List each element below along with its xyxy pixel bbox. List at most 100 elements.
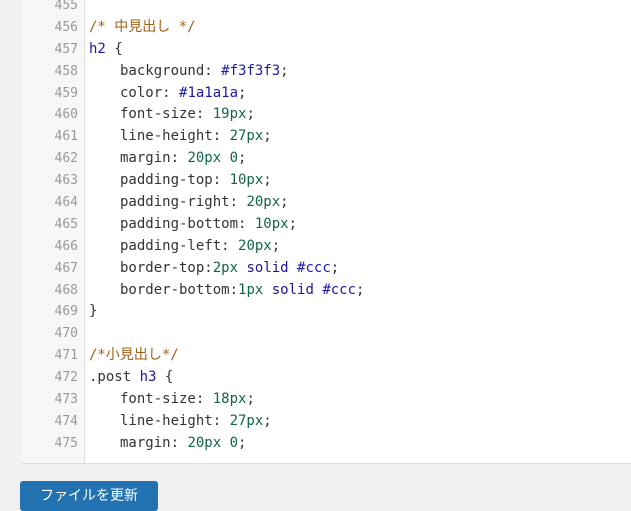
code-token: 19px [212, 106, 247, 123]
code-line[interactable]: 469} [22, 301, 631, 323]
code-token: ; [238, 84, 247, 101]
code-token: ; [238, 150, 247, 167]
line-number: 467 [54, 260, 78, 276]
code-text: font-size: 19px; [89, 104, 255, 126]
code-token: background [120, 62, 205, 79]
code-text: margin: 20px 0; [89, 148, 246, 170]
code-line[interactable]: 459 color: #1a1a1a; [22, 83, 631, 105]
code-token: padding-bottom [120, 215, 239, 232]
line-number: 462 [54, 151, 78, 167]
code-token: : [162, 84, 180, 101]
update-file-button[interactable]: ファイルを更新 [20, 481, 158, 511]
code-editor[interactable]: 455 456 /* 中見出し */ 457 h2 {458 background: #f… [22, 0, 631, 464]
code-token: /* 中見出し */ [89, 18, 196, 35]
code-token: h3 [139, 369, 157, 386]
code-line[interactable]: 471 /*小見出し*/ [22, 345, 631, 367]
code-line[interactable]: 467 border-top:2px solid #ccc; [22, 258, 631, 280]
code-line[interactable]: 461 line-height: 27px; [22, 126, 631, 148]
code-line[interactable]: 457 h2 { [22, 39, 631, 61]
code-token: { [105, 40, 123, 57]
code-token: #1a1a1a [179, 84, 239, 101]
code-line[interactable]: 473 font-size: 18px; [22, 389, 631, 411]
code-token: margin [120, 150, 171, 167]
line-number: 471 [54, 348, 78, 364]
code-token: .post [89, 369, 140, 386]
code-token: 20px 0 [187, 434, 239, 451]
code-line[interactable]: 460 font-size: 19px; [22, 104, 631, 126]
line-number: 468 [54, 282, 78, 298]
code-text: .post h3 { [89, 367, 173, 389]
code-token: 1px [238, 281, 264, 298]
line-number: 463 [54, 173, 78, 189]
code-text: margin: 20px 0; [89, 433, 246, 455]
code-text: h2 { [89, 39, 123, 61]
code-token: : [212, 412, 230, 429]
code-token: : [238, 215, 255, 232]
code-token: #ccc [297, 259, 331, 276]
line-number: 474 [54, 413, 78, 429]
code-text: } [89, 301, 97, 323]
code-token: : [204, 62, 222, 79]
code-token: h2 [89, 40, 106, 57]
code-token: : [195, 106, 213, 123]
line-number: 456 [54, 19, 78, 35]
code-line[interactable]: 458 background: #f3f3f3; [22, 61, 631, 83]
code-token: ; [330, 259, 340, 276]
code-token: 20px [246, 194, 281, 211]
line-number: 473 [54, 392, 78, 408]
code-token: : [229, 281, 239, 298]
code-token: padding-top [120, 172, 213, 189]
code-token: #ccc [322, 281, 357, 298]
code-line[interactable]: 466 padding-left: 20px; [22, 236, 631, 258]
code-line[interactable]: 465 padding-bottom: 10px; [22, 214, 631, 236]
code-text: font-size: 18px; [89, 389, 255, 411]
code-token: : [195, 391, 213, 408]
line-number: 464 [54, 195, 78, 211]
code-lines: 455 456 /* 中見出し */ 457 h2 {458 background: #f… [22, 0, 631, 455]
code-token: 18px [212, 391, 247, 408]
line-number: 455 [54, 0, 78, 13]
code-token: { [156, 369, 174, 386]
code-token: ; [280, 62, 289, 79]
code-token: : [221, 237, 239, 254]
line-number: 457 [54, 41, 78, 57]
code-text: line-height: 27px; [89, 126, 272, 148]
code-token: solid [263, 281, 323, 298]
code-line[interactable]: 474 line-height: 27px; [22, 411, 631, 433]
code-token: padding-right [120, 194, 230, 211]
code-line[interactable]: 472 .post h3 { [22, 367, 631, 389]
line-number: 469 [54, 304, 78, 320]
code-token: 27px [229, 412, 264, 429]
code-line[interactable]: 455 [22, 0, 631, 17]
code-token: ; [238, 434, 247, 451]
code-text: border-bottom:1px solid #ccc; [89, 280, 364, 302]
code-token: /*小見出し*/ [89, 347, 179, 364]
code-token: : [212, 128, 230, 145]
code-token: } [89, 303, 98, 320]
line-number: 470 [54, 326, 78, 342]
code-token: 10px [254, 215, 289, 232]
code-line[interactable]: 462 margin: 20px 0; [22, 148, 631, 170]
line-number: 461 [54, 129, 78, 145]
code-text: /* 中見出し */ [89, 17, 196, 39]
code-line[interactable]: 468 border-bottom:1px solid #ccc; [22, 280, 631, 302]
code-text: color: #1a1a1a; [89, 83, 246, 105]
line-number: 460 [54, 107, 78, 123]
code-line[interactable]: 456 /* 中見出し */ [22, 17, 631, 39]
code-token: color [120, 84, 163, 101]
code-token: ; [271, 237, 281, 254]
line-number: 475 [54, 435, 78, 451]
code-text: padding-right: 20px; [89, 192, 289, 214]
code-token: ; [263, 128, 272, 145]
code-token: solid [238, 259, 298, 276]
code-text: line-height: 27px; [89, 411, 272, 433]
code-token: padding-left [120, 237, 222, 254]
code-token: ; [246, 391, 255, 408]
code-line[interactable]: 463 padding-top: 10px; [22, 170, 631, 192]
code-line[interactable]: 475 margin: 20px 0; [22, 433, 631, 455]
code-text: padding-top: 10px; [89, 170, 272, 192]
code-line[interactable]: 470 [22, 323, 631, 345]
code-token: 2px [212, 259, 239, 276]
code-line[interactable]: 464 padding-right: 20px; [22, 192, 631, 214]
code-text: padding-bottom: 10px; [89, 214, 297, 236]
